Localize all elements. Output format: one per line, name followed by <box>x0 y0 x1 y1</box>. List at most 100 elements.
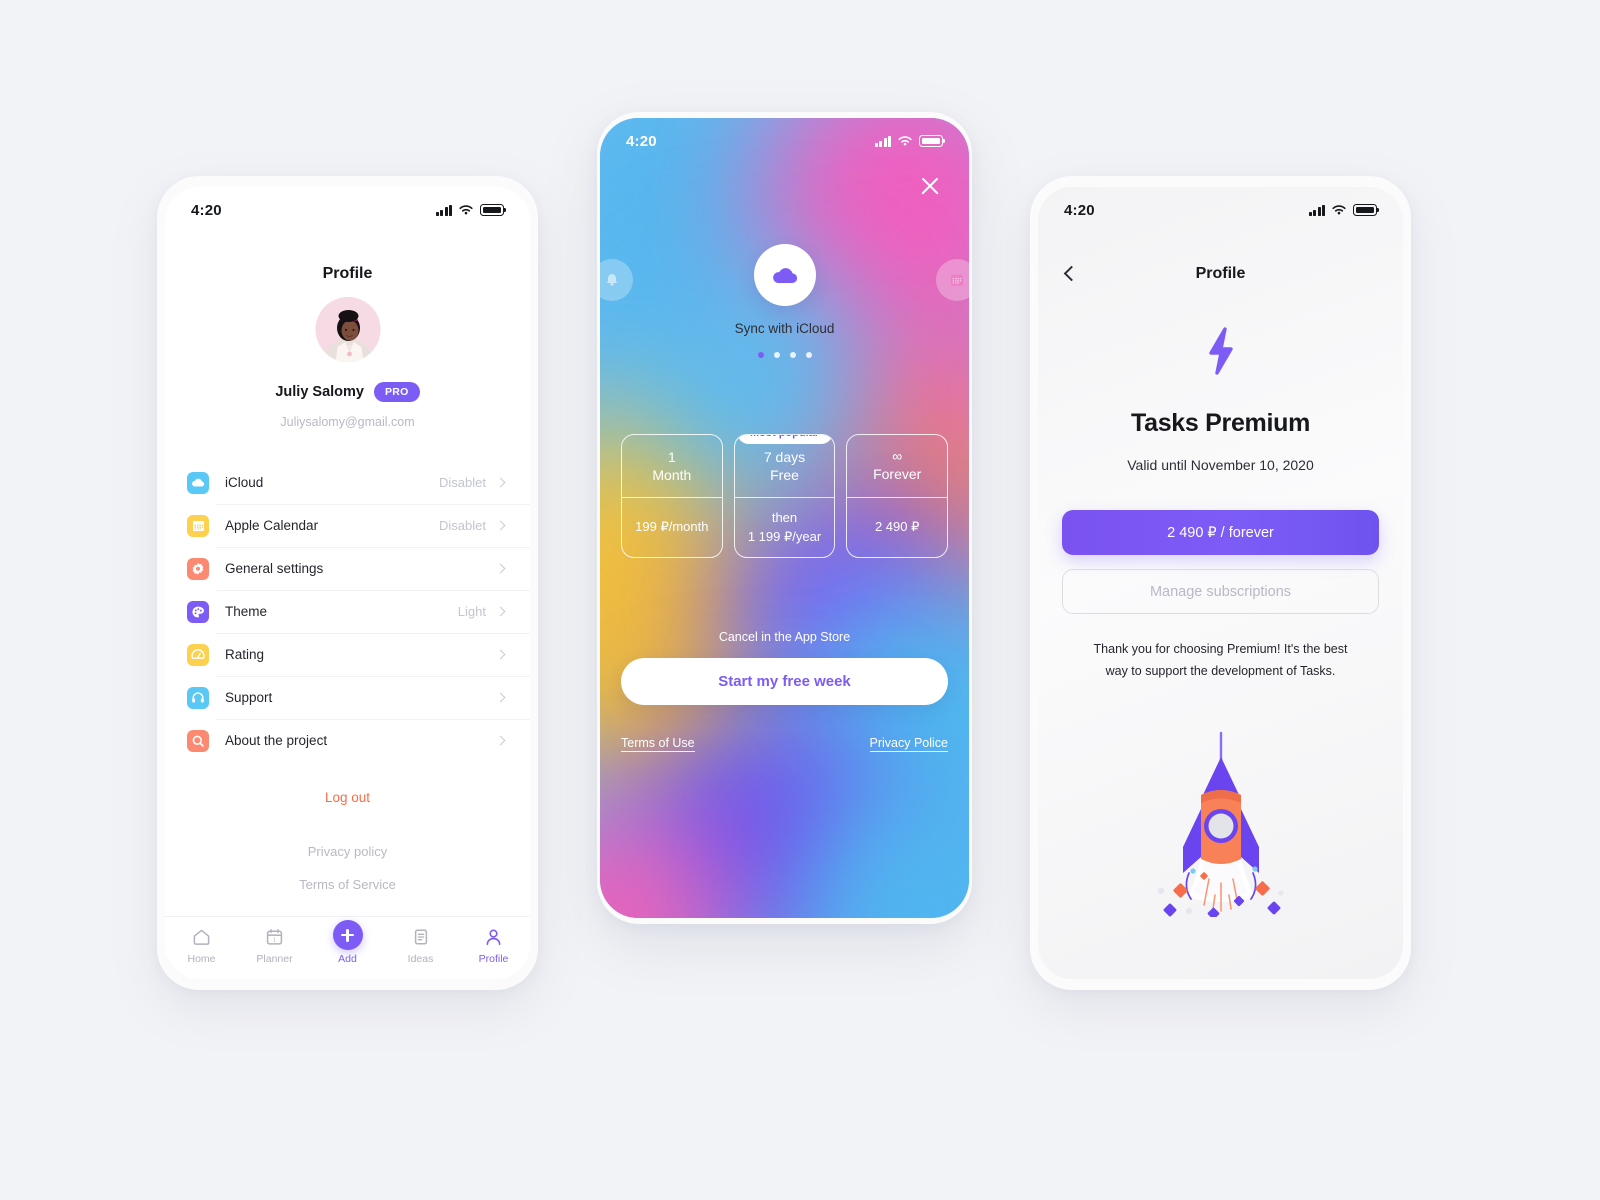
settings-item-icloud[interactable]: iCloud Disablet <box>165 461 530 504</box>
canvas: 4:20 Profile Juliy Salomy PRO Juliysalom… <box>0 0 1600 1200</box>
carousel-dot[interactable] <box>805 352 812 358</box>
headphones-icon <box>187 686 209 709</box>
settings-item-apple-calendar[interactable]: Apple Calendar Disablet <box>165 504 530 547</box>
status-bar: 4:20 <box>165 187 530 233</box>
tab-ideas[interactable]: Ideas <box>384 926 457 965</box>
plan-period-line2: Forever <box>873 465 922 482</box>
search-icon <box>187 729 209 752</box>
settings-label: General settings <box>225 561 324 576</box>
settings-item-support[interactable]: Support <box>165 676 530 719</box>
tab-label: Planner <box>256 953 293 965</box>
settings-item-rating[interactable]: Rating <box>165 633 530 676</box>
settings-value: Disablet <box>439 475 486 490</box>
plan-price-line1: 199 ₽/month <box>635 519 709 535</box>
cellular-bars-icon <box>1308 204 1325 216</box>
status-icons <box>435 204 507 216</box>
battery-full-icon <box>1353 204 1380 216</box>
chevron-right-icon <box>495 692 506 703</box>
plus-icon <box>332 920 363 950</box>
page-heading: Tasks Premium <box>1130 409 1311 437</box>
settings-label: Apple Calendar <box>225 518 319 533</box>
plan-price-line1: 2 490 ₽ <box>874 519 920 535</box>
status-bar: 4:20 <box>1038 187 1403 233</box>
rocket-illustration <box>1038 727 1403 917</box>
plan-period-line2: Free <box>770 467 799 483</box>
user-email: Juliysalomy@gmail.com <box>280 415 415 429</box>
close-icon[interactable] <box>919 175 941 197</box>
cancel-note: Cancel in the App Store <box>718 630 851 644</box>
cellular-bars-icon <box>874 135 891 147</box>
page-title: Profile <box>1195 265 1246 282</box>
chevron-right-icon <box>495 735 506 746</box>
add-button[interactable] <box>332 920 363 950</box>
tab-home[interactable]: Home <box>165 926 238 965</box>
chevron-right-icon <box>495 520 506 531</box>
premium-screen: 4:20 Profile Tasks Premium Valid until N… <box>1038 187 1403 979</box>
terms-of-use-link[interactable]: Terms of Use <box>621 736 695 752</box>
wifi-icon <box>459 205 473 215</box>
status-time: 4:20 <box>626 132 657 150</box>
tab-label: Home <box>187 953 216 965</box>
tab-add[interactable]: Add <box>311 920 384 965</box>
tab-label: Ideas <box>407 953 434 965</box>
settings-label: Rating <box>225 647 265 662</box>
settings-label: Support <box>225 690 273 705</box>
hero-label: Sync with iCloud <box>734 321 835 336</box>
terms-of-service-link[interactable]: Terms of Service <box>165 877 530 892</box>
plan-period: 7 days Free <box>734 435 835 498</box>
plan-period-line1: 1 <box>667 448 676 465</box>
page-title: Profile <box>322 265 373 282</box>
plan-card-trial[interactable]: Most popular 7 days Free then 1 199 ₽/ye… <box>733 434 836 558</box>
carousel-dots[interactable] <box>600 352 969 358</box>
carousel-dot[interactable] <box>789 352 796 358</box>
svg-text:1: 1 <box>273 937 276 943</box>
paywall-screen: 4:20 Sync with iCloud 1 Month 199 ₽/mont… <box>600 118 969 918</box>
carousel-dot[interactable] <box>773 352 780 358</box>
phone-premium: 4:20 Profile Tasks Premium Valid until N… <box>1030 176 1411 990</box>
tab-label: Add <box>338 953 357 965</box>
plan-price: then 1 199 ₽/year <box>735 498 835 557</box>
status-badge: PRO <box>374 382 420 402</box>
lightning-bolt-icon <box>1038 327 1403 375</box>
tab-label: Profile <box>478 953 509 965</box>
avatar-image <box>315 297 380 362</box>
plan-period: ∞ Forever <box>847 435 948 498</box>
settings-value: Light <box>457 604 486 619</box>
settings-item-about-the-project[interactable]: About the project <box>165 719 530 762</box>
settings-label: About the project <box>225 733 328 748</box>
start-free-week-button[interactable]: Start my free week <box>621 658 948 705</box>
status-time: 4:20 <box>1064 201 1095 219</box>
phone-profile: 4:20 Profile Juliy Salomy PRO Juliysalom… <box>157 176 538 990</box>
privacy-police-link[interactable]: Privacy Police <box>869 736 948 752</box>
icloud-icon <box>187 471 209 494</box>
palette-icon <box>187 600 209 623</box>
plan-options: 1 Month 199 ₽/month Most popular 7 days … <box>621 434 949 558</box>
settings-label: Theme <box>225 604 268 619</box>
avatar <box>315 297 380 362</box>
log-out-button[interactable]: Log out <box>165 790 530 805</box>
profile-screen: 4:20 Profile Juliy Salomy PRO Juliysalom… <box>165 187 530 979</box>
cellular-bars-icon <box>435 204 452 216</box>
plan-card-monthly[interactable]: 1 Month 199 ₽/month <box>621 434 723 558</box>
tab-planner[interactable]: 1 Planner <box>238 926 311 965</box>
status-time: 4:20 <box>191 201 222 219</box>
most-popular-badge: Most popular <box>736 435 833 444</box>
settings-item-theme[interactable]: Theme Light <box>165 590 530 633</box>
buy-forever-button[interactable]: 2 490 ₽ / forever <box>1062 510 1379 555</box>
status-icons <box>1308 204 1380 216</box>
status-bar: 4:20 <box>600 118 969 164</box>
plan-card-forever[interactable]: ∞ Forever 2 490 ₽ <box>846 434 949 558</box>
plan-price-line1: then <box>771 510 798 526</box>
chevron-right-icon <box>495 649 506 660</box>
chevron-right-icon <box>495 563 506 574</box>
tab-profile[interactable]: Profile <box>457 926 530 965</box>
user-name: Juliy Salomy <box>275 384 364 400</box>
settings-item-general-settings[interactable]: General settings <box>165 547 530 590</box>
carousel-dot[interactable] <box>757 352 764 358</box>
manage-subscriptions-button[interactable]: Manage subscriptions <box>1062 569 1379 614</box>
document-icon <box>413 926 429 948</box>
chevron-right-icon <box>495 606 506 617</box>
plan-period-line2: Month <box>652 467 692 483</box>
privacy-policy-link[interactable]: Privacy policy <box>165 844 530 859</box>
settings-value: Disablet <box>439 518 486 533</box>
